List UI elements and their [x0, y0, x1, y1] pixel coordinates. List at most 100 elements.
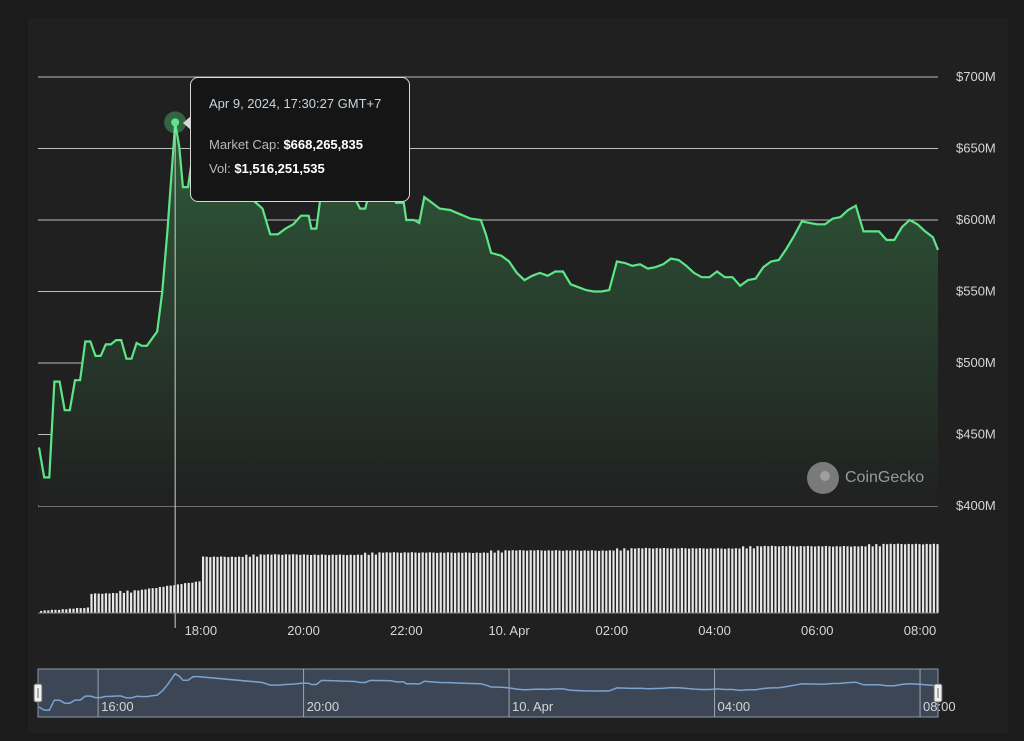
volume-bar: [126, 590, 129, 613]
volume-bar: [616, 548, 619, 613]
volume-bar: [842, 546, 845, 613]
volume-bar: [907, 543, 910, 613]
watermark-text: CoinGecko: [845, 469, 925, 486]
tooltip-market-cap-row: Market Cap: $668,265,835: [209, 137, 409, 152]
y-tick-label: $500M: [956, 355, 996, 370]
volume-bar: [104, 593, 107, 613]
volume-bar: [119, 590, 122, 613]
y-tick-label: $400M: [956, 498, 996, 513]
volume-bar: [781, 546, 784, 613]
volume-bar: [410, 552, 413, 613]
volume-bar: [637, 548, 640, 613]
volume-bar: [482, 552, 485, 613]
volume-bar: [86, 607, 89, 613]
volume-bar: [194, 581, 197, 613]
volume-bar: [886, 544, 889, 613]
volume-bar: [511, 550, 514, 613]
volume-bar: [144, 589, 147, 613]
volume-bar: [346, 555, 349, 613]
volume-bar: [554, 550, 557, 613]
volume-bar: [630, 548, 633, 613]
volume-bar: [220, 556, 223, 613]
volume-bar: [572, 550, 575, 613]
volume-bar: [392, 552, 395, 613]
volume-bar: [857, 546, 860, 613]
volume-bar: [565, 550, 568, 613]
volume-bar: [724, 548, 727, 613]
x-tick-label: 04:00: [698, 623, 731, 638]
volume-bar: [83, 608, 86, 613]
volume-bar: [468, 552, 471, 613]
volume-bar: [677, 548, 680, 613]
volume-bar: [173, 585, 176, 613]
volume-bar: [598, 550, 601, 613]
volume-bar: [763, 545, 766, 613]
volume-bar: [454, 552, 457, 613]
volume-bar: [371, 552, 374, 613]
volume-bar: [882, 543, 885, 613]
volume-bar: [446, 552, 449, 613]
tooltip-arrow: [183, 116, 191, 130]
volume-bar: [500, 552, 503, 613]
volume-bar: [716, 548, 719, 613]
volume-bar: [623, 548, 626, 613]
volume-bar: [155, 588, 158, 613]
volume-bar: [115, 593, 118, 613]
volume-bar: [364, 552, 367, 613]
volume-bar: [536, 550, 539, 613]
navigator-label: 10. Apr: [512, 699, 554, 714]
x-tick-label: 10. Apr: [488, 623, 530, 638]
volume-bar: [655, 548, 658, 613]
volume-bar: [893, 544, 896, 613]
volume-bar: [493, 552, 496, 613]
volume-bar: [263, 554, 266, 613]
volume-bar: [223, 556, 226, 613]
volume-bar: [508, 550, 511, 613]
volume-bar: [601, 550, 604, 613]
tooltip-market-cap-value: $668,265,835: [283, 137, 363, 152]
volume-bar: [101, 593, 104, 613]
volume-bar: [749, 546, 752, 613]
volume-bar: [788, 545, 791, 613]
volume-bar: [274, 554, 277, 613]
volume-bar: [464, 552, 467, 613]
volume-bar: [662, 548, 665, 613]
volume-bar: [871, 546, 874, 613]
volume-bar: [428, 552, 431, 613]
volume-bar: [619, 550, 622, 613]
volume-bar: [652, 548, 655, 613]
volume-bar: [533, 550, 536, 613]
volume-bar: [187, 582, 190, 613]
volume-bar: [439, 552, 442, 613]
navigator[interactable]: 16:00 20:00 10. Apr 04:00 08:00: [33, 668, 956, 718]
volume-bar: [65, 609, 68, 613]
volume-bar: [864, 546, 867, 613]
volume-bar: [302, 554, 305, 613]
volume-bar: [684, 548, 687, 613]
volume-bar: [288, 554, 291, 613]
volume-bar: [457, 552, 460, 613]
volume-bar: [731, 548, 734, 613]
volume-bar: [900, 544, 903, 613]
volume-bar: [72, 608, 75, 613]
volume-bar: [846, 546, 849, 613]
volume-bar: [479, 552, 482, 613]
volume-bar: [241, 556, 244, 613]
volume-bar: [90, 593, 93, 613]
volume-bar: [461, 552, 464, 613]
navigator-label: 20:00: [307, 699, 340, 714]
volume-bar: [544, 550, 547, 613]
volume-bar: [580, 550, 583, 613]
volume-bar: [569, 550, 572, 613]
volume-bar: [338, 554, 341, 613]
volume-bar: [353, 555, 356, 613]
volume-bar: [169, 585, 172, 613]
volume-bar: [68, 608, 71, 613]
volume-bar: [796, 546, 799, 613]
volume-bar: [673, 548, 676, 613]
volume-bar: [922, 544, 925, 613]
volume-bar: [299, 554, 302, 613]
volume-bar: [284, 554, 287, 613]
volume-bar: [414, 552, 417, 613]
volume-bar: [248, 556, 251, 613]
